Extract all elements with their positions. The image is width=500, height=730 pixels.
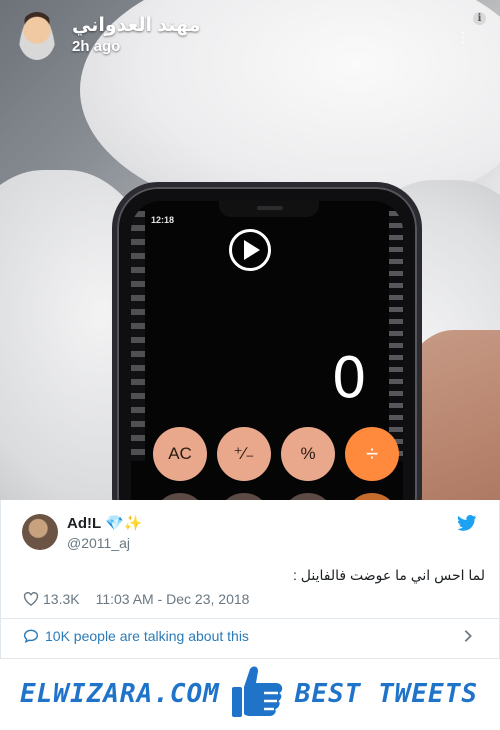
brand-site-name[interactable]: ELWIZARA.COM (20, 679, 220, 709)
snap-avatar (18, 12, 56, 60)
screen-crack (389, 211, 403, 461)
play-icon[interactable] (229, 229, 271, 271)
screen-crack (131, 211, 145, 461)
tweet-display-name[interactable]: Ad!L 💎✨ (67, 514, 142, 532)
more-icon: ⋮ (456, 29, 470, 45)
speech-bubble-icon (23, 629, 39, 643)
calc-divide-button: ÷ (345, 427, 399, 481)
tweet-handle[interactable]: @2011_aj (67, 535, 130, 551)
avatar[interactable] (22, 514, 58, 550)
snap-time-ago: 2h ago (72, 38, 121, 55)
tweet-meta: 13.3K 11:03 AM - Dec 23, 2018 (23, 591, 249, 607)
heart-icon[interactable] (23, 592, 39, 606)
tweet-timestamp[interactable]: 11:03 AM - Dec 23, 2018 (96, 591, 250, 607)
calculator-display: 0 (331, 346, 367, 411)
twitter-bird-icon[interactable] (457, 515, 477, 531)
talking-link[interactable]: 10K people are talking about this (23, 628, 249, 644)
calc-sign-button: ⁺∕₋ (217, 427, 271, 481)
info-icon[interactable]: i (473, 12, 486, 25)
calculator-second-row (153, 493, 403, 500)
calc-ac-button: AC (153, 427, 207, 481)
thumbs-up-icon (232, 666, 283, 717)
site-banner: ELWIZARA.COM BEST TWEETS (0, 658, 500, 730)
talking-text: 10K people are talking about this (45, 628, 249, 644)
calc-percent-button: % (281, 427, 335, 481)
snap-user-name: مهند العدواني (72, 15, 201, 36)
divider (1, 618, 500, 619)
calculator-top-row: AC ⁺∕₋ % ÷ (153, 427, 403, 487)
phone-in-video: 12:18 0 AC ⁺∕₋ % ÷ (112, 182, 422, 500)
chevron-right-icon[interactable] (463, 629, 473, 643)
like-count[interactable]: 13.3K (43, 591, 80, 607)
phone-notch (219, 201, 319, 217)
snap-header: مهند العدواني 2h ago i ⋮ (18, 10, 488, 60)
brand-tagline[interactable]: BEST TWEETS (295, 679, 478, 709)
video-player[interactable]: 12:18 0 AC ⁺∕₋ % ÷ مهند العدواني 2h ago … (0, 0, 500, 500)
tweet-card: Ad!L 💎✨ @2011_aj لما احس اني ما عوضت فال… (0, 500, 500, 658)
tweet-text: لما احس اني ما عوضت فالفاينل : (293, 567, 485, 583)
phone-status-time: 12:18 (151, 215, 175, 225)
